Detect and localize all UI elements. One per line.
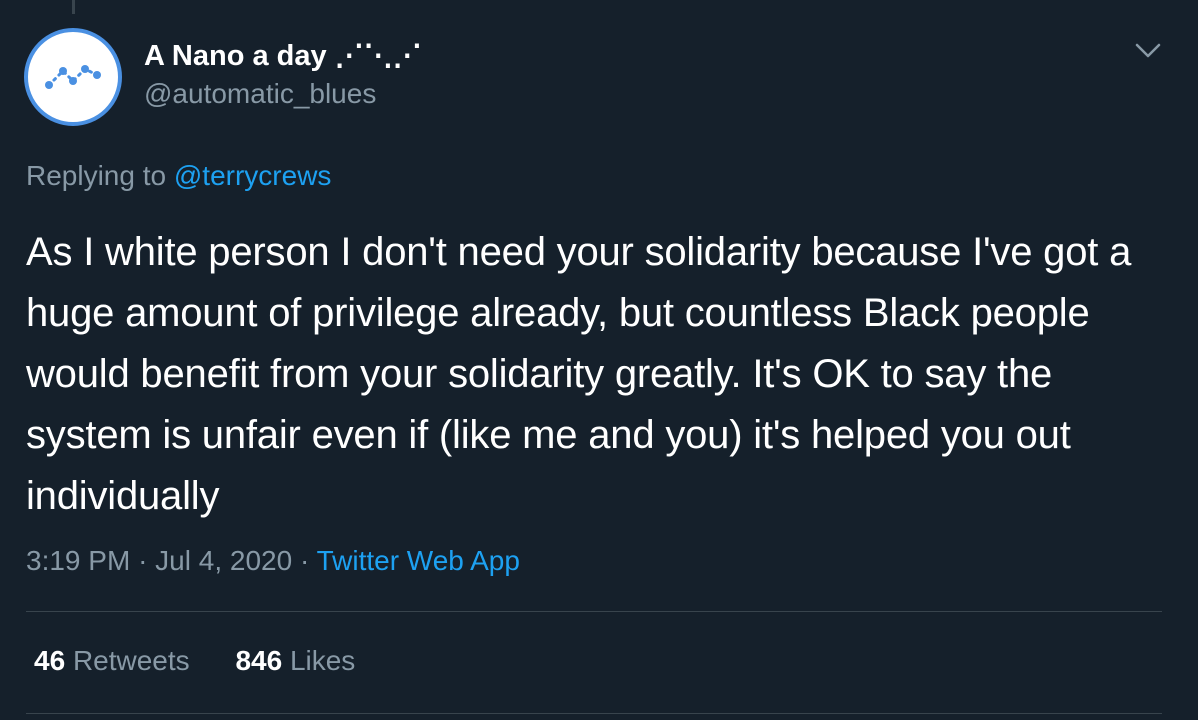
thread-connector-line bbox=[72, 0, 75, 14]
tweet-time[interactable]: 3:19 PM bbox=[26, 545, 130, 576]
chevron-down-icon[interactable] bbox=[1133, 40, 1163, 62]
reply-mention-link[interactable]: @terrycrews bbox=[174, 160, 332, 191]
tweet-stats: 46 Retweets 846 Likes bbox=[34, 645, 393, 677]
divider bbox=[26, 611, 1162, 612]
likes-label: Likes bbox=[289, 645, 356, 676]
divider bbox=[26, 713, 1162, 714]
avatar[interactable] bbox=[24, 28, 122, 126]
tweet-source-link[interactable]: Twitter Web App bbox=[317, 545, 520, 576]
likes-stat[interactable]: 846 Likes bbox=[235, 645, 355, 676]
tweet-metadata: 3:19 PM · Jul 4, 2020 · Twitter Web App bbox=[26, 545, 520, 577]
meta-separator: · bbox=[138, 545, 148, 576]
tweet-text: As I white person I don't need your soli… bbox=[26, 230, 1132, 518]
author-display-name[interactable]: A Nano a day ⋰⋱⋰ bbox=[144, 38, 422, 73]
replying-to: Replying to @terrycrews bbox=[26, 160, 331, 192]
replying-prefix: Replying to bbox=[26, 160, 167, 191]
nano-logo-icon bbox=[45, 65, 101, 89]
retweets-count: 46 bbox=[34, 645, 66, 676]
retweets-stat[interactable]: 46 Retweets bbox=[34, 645, 190, 676]
tweet-date[interactable]: Jul 4, 2020 bbox=[155, 545, 292, 576]
likes-count: 846 bbox=[235, 645, 283, 676]
tweet-card: A Nano a day ⋰⋱⋰ @automatic_blues Replyi… bbox=[0, 0, 1198, 720]
author-handle[interactable]: @automatic_blues bbox=[144, 78, 376, 110]
retweets-label: Retweets bbox=[72, 645, 190, 676]
meta-separator: · bbox=[299, 545, 310, 576]
